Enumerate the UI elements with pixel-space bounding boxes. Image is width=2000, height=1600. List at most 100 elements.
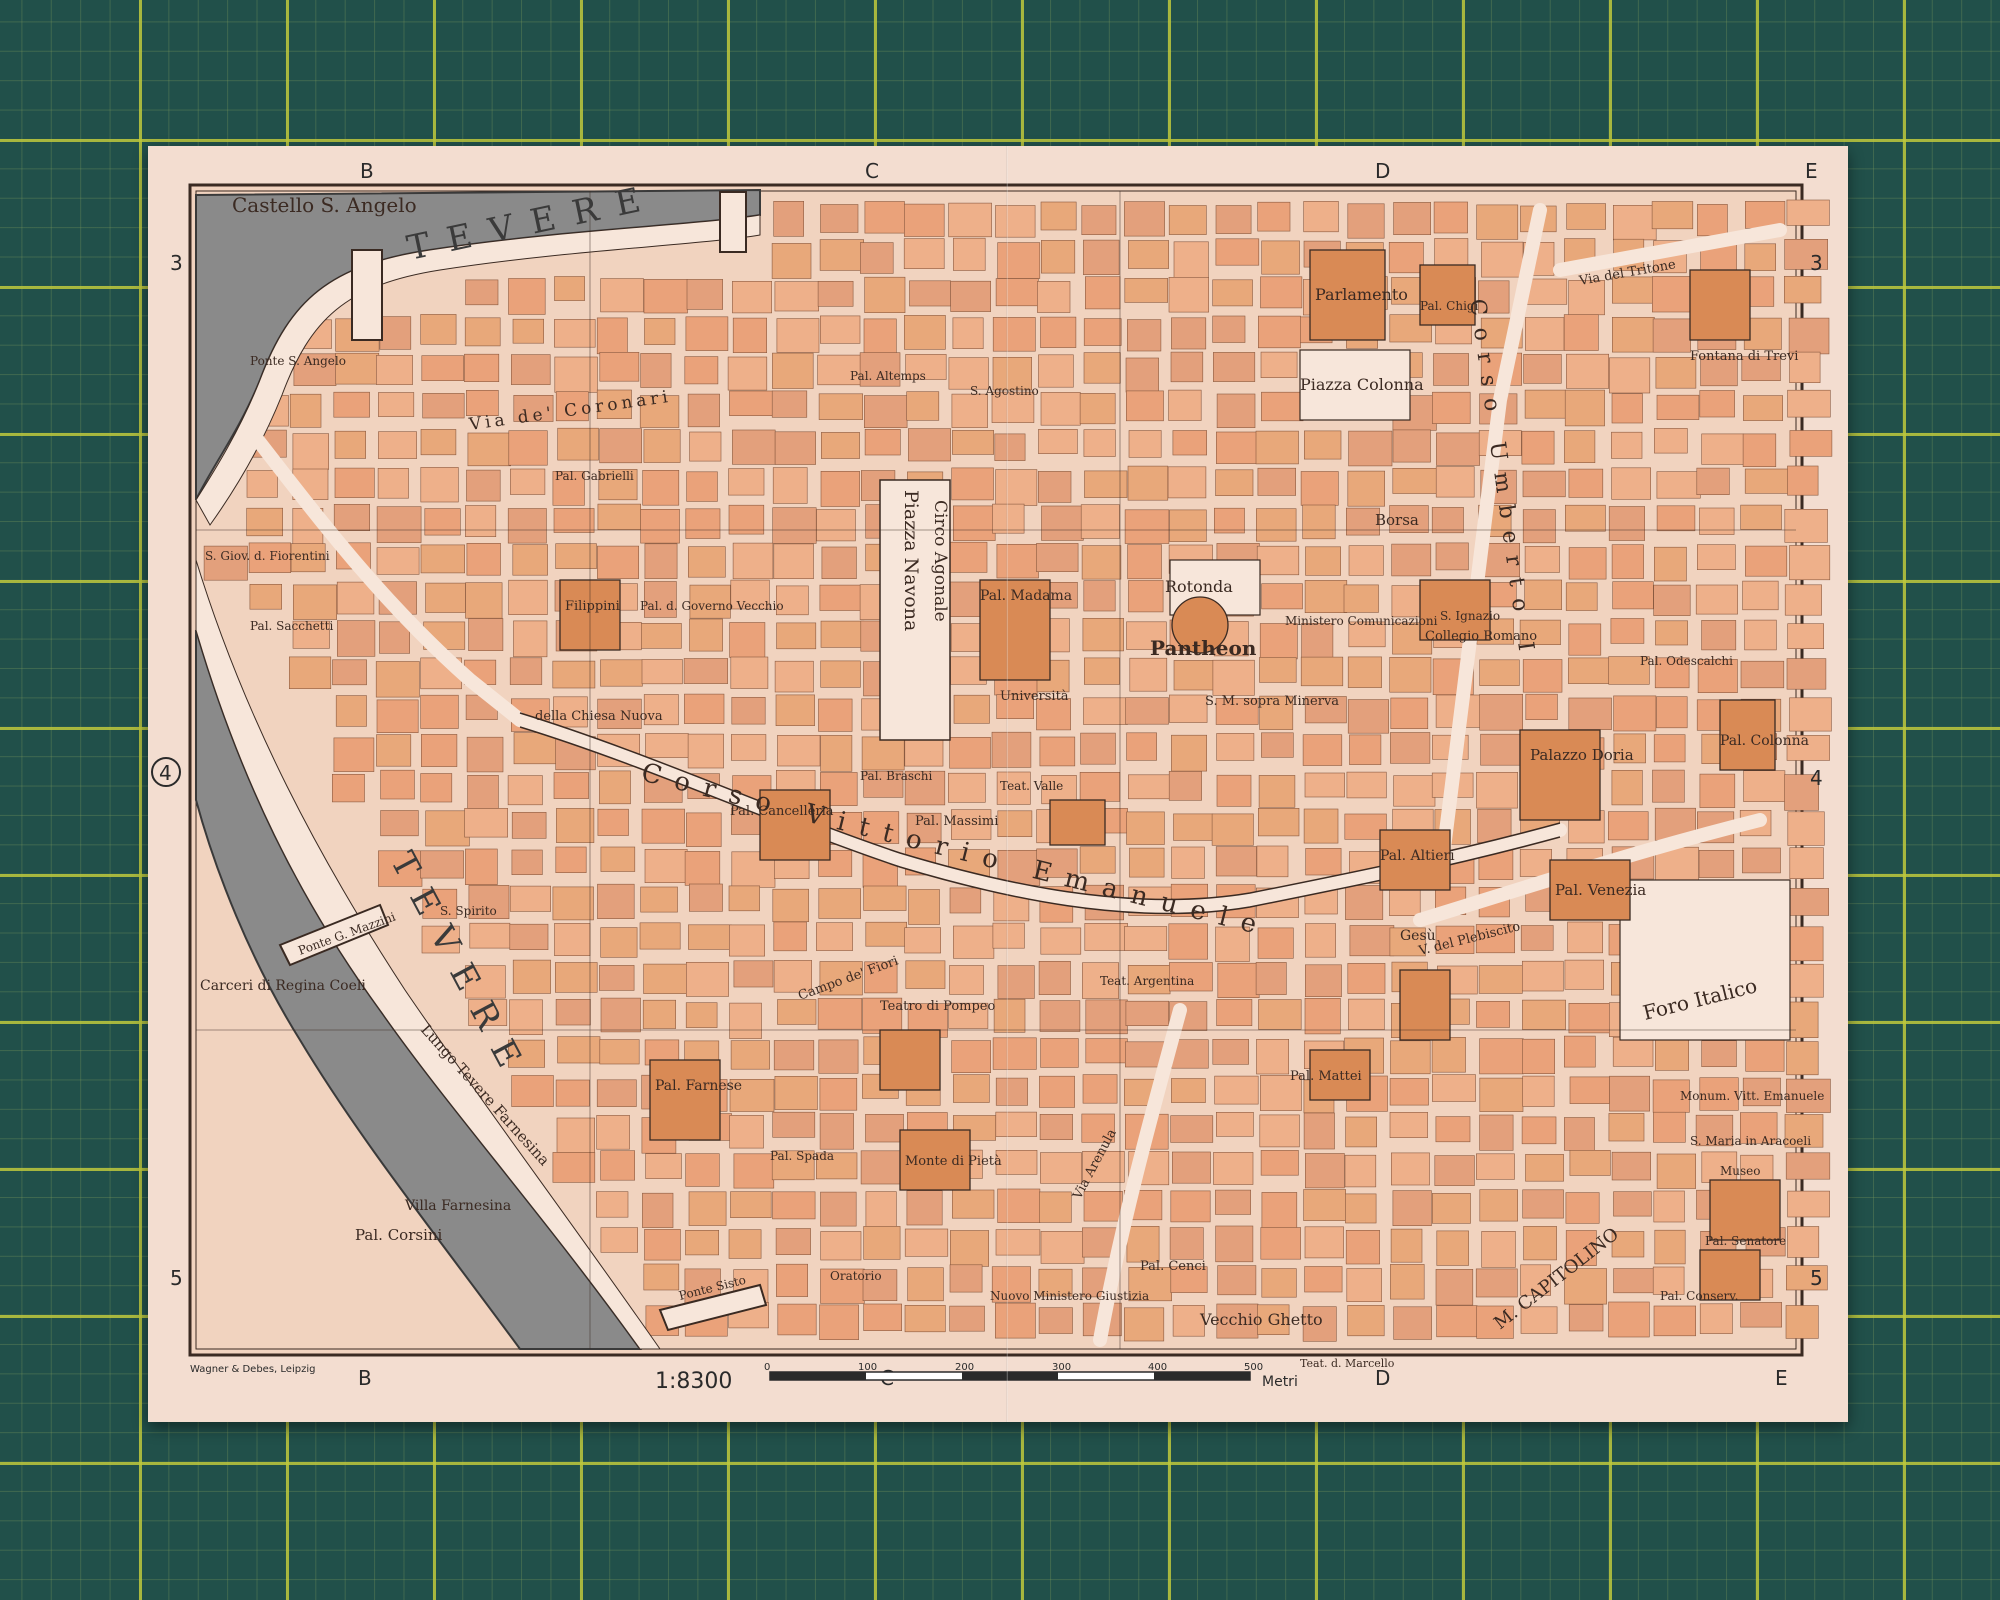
city-block bbox=[1656, 471, 1701, 499]
city-block bbox=[1170, 1190, 1211, 1223]
city-block bbox=[993, 998, 1026, 1033]
city-block bbox=[1654, 428, 1688, 454]
city-block bbox=[466, 542, 501, 576]
city-block bbox=[377, 467, 409, 499]
city-block bbox=[425, 810, 470, 847]
city-block bbox=[1085, 1038, 1128, 1064]
city-block bbox=[378, 431, 417, 459]
city-block bbox=[1124, 926, 1168, 952]
city-block bbox=[776, 318, 820, 353]
city-block bbox=[776, 1263, 809, 1297]
city-block bbox=[1786, 1041, 1819, 1076]
city-block bbox=[1787, 1190, 1830, 1218]
city-block bbox=[1655, 620, 1688, 646]
city-block bbox=[1040, 1152, 1082, 1184]
city-block bbox=[1260, 1150, 1299, 1176]
city-block bbox=[1214, 1075, 1259, 1105]
city-block bbox=[1128, 240, 1170, 269]
city-block bbox=[1481, 1231, 1516, 1268]
city-block bbox=[420, 544, 466, 574]
city-block bbox=[1522, 1189, 1564, 1219]
city-block bbox=[376, 506, 422, 543]
city-block bbox=[1432, 1074, 1476, 1102]
city-block bbox=[904, 927, 942, 954]
city-block bbox=[555, 846, 587, 874]
teatro-pompeo-building bbox=[879, 1029, 941, 1091]
city-block bbox=[728, 1229, 762, 1259]
city-block bbox=[820, 1231, 862, 1261]
label-conserv: Pal. Conserv. bbox=[1660, 1289, 1738, 1303]
label-s-ignazio: S. Ignazio bbox=[1440, 609, 1500, 623]
city-block bbox=[1212, 659, 1255, 696]
city-block bbox=[1479, 659, 1520, 686]
city-block bbox=[864, 276, 906, 314]
city-block bbox=[992, 317, 1036, 352]
city-block bbox=[1128, 580, 1164, 613]
city-block bbox=[1257, 201, 1291, 232]
city-block bbox=[1564, 389, 1605, 427]
city-block bbox=[1569, 1076, 1610, 1104]
label-collegio-romano: Collegio Romano bbox=[1425, 629, 1537, 644]
city-block bbox=[1653, 1305, 1697, 1337]
city-block bbox=[1080, 732, 1116, 765]
city-block bbox=[1481, 241, 1524, 278]
city-block bbox=[596, 1191, 629, 1218]
city-block bbox=[1041, 240, 1076, 274]
city-block bbox=[1124, 1307, 1165, 1342]
city-block bbox=[1787, 465, 1819, 496]
city-block bbox=[1522, 509, 1556, 544]
city-block bbox=[643, 429, 681, 463]
city-block bbox=[777, 1303, 817, 1336]
city-block bbox=[249, 583, 282, 610]
city-block bbox=[772, 352, 814, 389]
city-block bbox=[1391, 543, 1432, 577]
city-block bbox=[1521, 430, 1555, 465]
city-block bbox=[949, 1264, 983, 1293]
city-block bbox=[467, 774, 499, 809]
city-block bbox=[334, 430, 367, 459]
city-block bbox=[1434, 1155, 1475, 1186]
city-block bbox=[1745, 1036, 1785, 1072]
city-block bbox=[1696, 467, 1730, 496]
city-block bbox=[1388, 242, 1424, 274]
city-block bbox=[1036, 543, 1079, 573]
city-block bbox=[733, 960, 774, 988]
city-block bbox=[1169, 694, 1208, 723]
city-block bbox=[730, 1191, 772, 1218]
city-block bbox=[513, 732, 557, 765]
city-block bbox=[689, 618, 723, 652]
grid-letter-e-top: E bbox=[1805, 159, 1818, 183]
city-block bbox=[953, 237, 986, 271]
city-block bbox=[1301, 622, 1334, 659]
city-block bbox=[642, 1192, 674, 1228]
city-block bbox=[1476, 771, 1518, 809]
city-block bbox=[1126, 390, 1164, 422]
city-block bbox=[953, 925, 995, 959]
city-block bbox=[1083, 429, 1116, 457]
city-block bbox=[859, 242, 894, 274]
city-block bbox=[1128, 430, 1162, 458]
city-block bbox=[597, 545, 640, 579]
city-block bbox=[420, 467, 459, 503]
city-block bbox=[1651, 201, 1694, 230]
grid-row-5-left: 5 bbox=[170, 1266, 183, 1290]
city-block bbox=[1433, 353, 1469, 386]
city-block bbox=[1787, 623, 1824, 650]
city-block bbox=[1081, 545, 1122, 580]
city-block bbox=[1302, 734, 1343, 766]
city-block bbox=[817, 280, 854, 307]
city-block bbox=[686, 471, 718, 502]
label-pal-cancelleria: Pal. Cancelleria bbox=[730, 804, 834, 819]
city-block bbox=[1612, 316, 1655, 353]
city-block bbox=[996, 543, 1039, 579]
city-block bbox=[1436, 1305, 1478, 1338]
city-block bbox=[1566, 203, 1606, 230]
city-block bbox=[1613, 695, 1657, 732]
city-block bbox=[684, 356, 719, 385]
city-block bbox=[509, 657, 543, 685]
city-block bbox=[1656, 1153, 1696, 1189]
city-block bbox=[333, 503, 371, 531]
city-block bbox=[640, 508, 680, 544]
city-block bbox=[997, 810, 1033, 837]
city-block bbox=[995, 1150, 1038, 1175]
